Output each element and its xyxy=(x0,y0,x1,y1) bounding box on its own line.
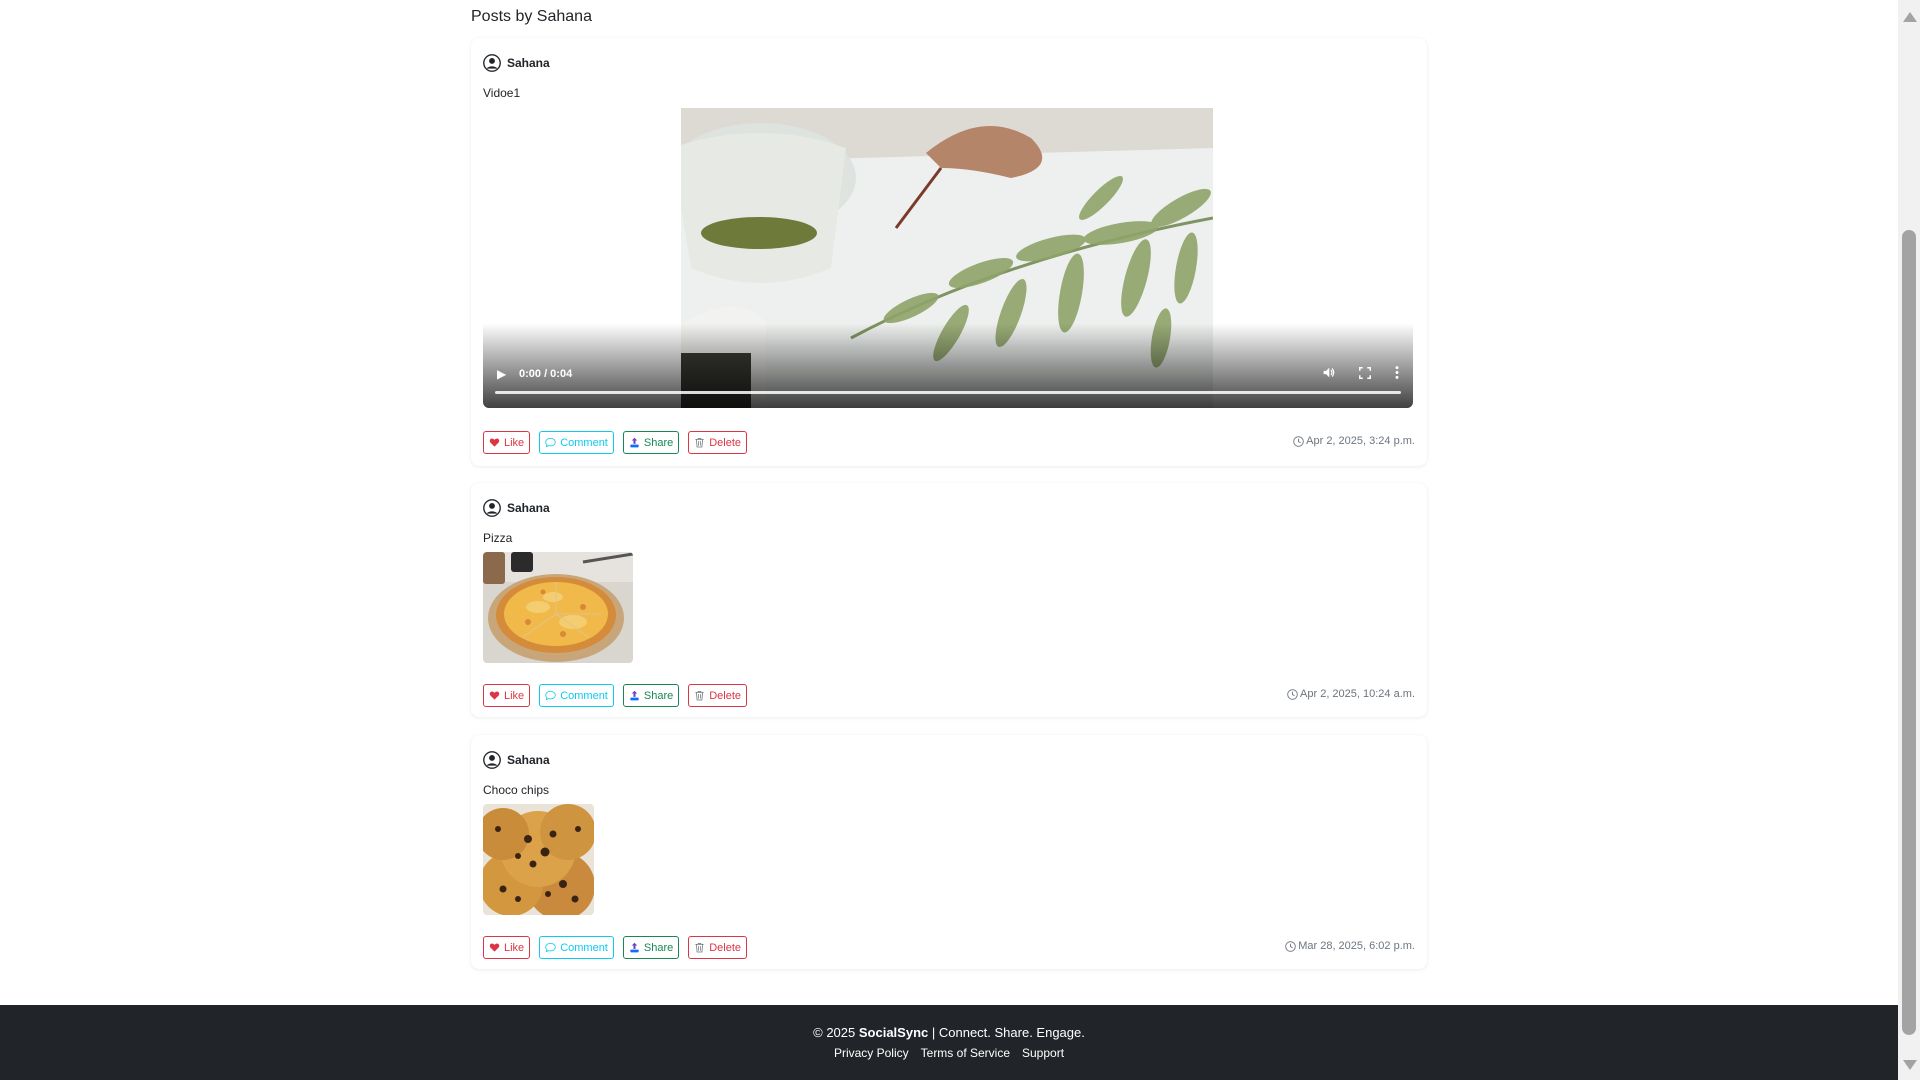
timestamp-text: Apr 2, 2025, 10:24 a.m. xyxy=(1300,688,1415,700)
like-button[interactable]: Like xyxy=(483,936,531,959)
video-time: 0:00 / 0:04 xyxy=(519,368,573,380)
page-title: Posts by Sahana xyxy=(471,8,592,25)
comment-icon xyxy=(545,942,556,953)
share-icon xyxy=(630,437,639,448)
footer-tagline: | Connect. Share. Engage. xyxy=(931,1025,1085,1040)
video-controls: ▶ 0:00 / 0:04 xyxy=(483,323,1413,408)
comment-label: Comment xyxy=(560,689,608,702)
scroll-up-arrow-icon[interactable] xyxy=(1903,12,1917,22)
clock-icon xyxy=(1287,688,1298,700)
like-label: Like xyxy=(504,689,525,702)
like-label: Like xyxy=(504,436,525,449)
comment-label: Comment xyxy=(560,436,608,449)
share-button[interactable]: Share xyxy=(622,431,680,454)
site-footer: © 2025 SocialSync | Connect. Share. Enga… xyxy=(0,1005,1898,1080)
share-label: Share xyxy=(643,436,674,449)
like-button[interactable]: Like xyxy=(483,431,531,454)
scroll-down-arrow-icon[interactable] xyxy=(1903,1060,1917,1070)
delete-label: Delete xyxy=(709,436,742,449)
author-name[interactable]: Sahana xyxy=(507,753,550,767)
like-button[interactable]: Like xyxy=(483,684,531,707)
post-card: Sahana Choco chips Like Comment Share De… xyxy=(471,735,1427,969)
timestamp-text: Apr 2, 2025, 3:24 p.m. xyxy=(1306,435,1415,447)
post-card: Sahana Vidoe1 ▶ 0:00 / 0:04 Like Comment… xyxy=(471,38,1427,466)
copyright-text: © 2025 xyxy=(813,1025,856,1040)
user-circle-icon xyxy=(483,751,501,769)
author-name[interactable]: Sahana xyxy=(507,501,550,515)
vertical-scrollbar[interactable] xyxy=(1898,0,1920,1080)
author-name[interactable]: Sahana xyxy=(507,56,550,70)
share-button[interactable]: Share xyxy=(622,936,680,959)
heart-icon xyxy=(489,691,500,700)
heart-icon xyxy=(489,943,500,952)
comment-label: Comment xyxy=(560,941,608,954)
privacy-policy-link[interactable]: Privacy Policy xyxy=(834,1046,909,1060)
trash-icon xyxy=(695,690,704,701)
clock-icon xyxy=(1293,435,1304,447)
delete-button[interactable]: Delete xyxy=(688,684,748,707)
more-options-icon[interactable] xyxy=(1395,366,1399,379)
clock-icon xyxy=(1285,940,1296,952)
footer-copyright: © 2025 SocialSync | Connect. Share. Enga… xyxy=(0,1025,1898,1040)
like-label: Like xyxy=(504,941,525,954)
scrollbar-thumb[interactable] xyxy=(1902,230,1916,1035)
comment-icon xyxy=(545,690,556,701)
share-button[interactable]: Share xyxy=(622,684,680,707)
delete-button[interactable]: Delete xyxy=(688,431,748,454)
heart-icon xyxy=(489,438,500,447)
volume-icon[interactable] xyxy=(1322,366,1335,379)
post-card: Sahana Pizza Like Comment Share Delete A… xyxy=(471,483,1427,717)
post-timestamp: Mar 28, 2025, 6:02 p.m. xyxy=(1285,940,1415,952)
post-caption: Pizza xyxy=(483,531,513,545)
post-caption: Vidoe1 xyxy=(483,86,521,100)
comment-button[interactable]: Comment xyxy=(539,431,614,454)
pizza-image[interactable] xyxy=(483,552,633,663)
delete-label: Delete xyxy=(709,941,742,954)
terms-of-service-link[interactable]: Terms of Service xyxy=(921,1046,1010,1060)
pizza-photo xyxy=(483,552,633,663)
share-icon xyxy=(630,942,639,953)
trash-icon xyxy=(695,437,704,448)
timestamp-text: Mar 28, 2025, 6:02 p.m. xyxy=(1298,940,1415,952)
comment-button[interactable]: Comment xyxy=(539,936,614,959)
user-circle-icon xyxy=(483,54,501,72)
footer-links: Privacy Policy Terms of Service Support xyxy=(0,1046,1898,1060)
post-author: Sahana xyxy=(483,499,550,517)
comment-icon xyxy=(545,437,556,448)
page: Posts by Sahana Sahana Vidoe1 ▶ 0:00 / 0… xyxy=(0,0,1898,1080)
trash-icon xyxy=(695,942,704,953)
delete-button[interactable]: Delete xyxy=(688,936,748,959)
cookies-photo xyxy=(483,804,594,915)
post-author: Sahana xyxy=(483,751,550,769)
post-author: Sahana xyxy=(483,54,550,72)
video-progress-bar[interactable] xyxy=(495,391,1401,394)
footer-brand: SocialSync xyxy=(858,1025,929,1040)
post-actions: Like Comment Share Delete xyxy=(483,684,748,707)
post-actions: Like Comment Share Delete xyxy=(483,431,748,454)
support-link[interactable]: Support xyxy=(1022,1046,1064,1060)
comment-button[interactable]: Comment xyxy=(539,684,614,707)
post-caption: Choco chips xyxy=(483,783,550,797)
share-icon xyxy=(630,690,639,701)
cookies-image[interactable] xyxy=(483,804,594,915)
play-icon[interactable]: ▶ xyxy=(497,367,506,381)
user-circle-icon xyxy=(483,499,501,517)
post-timestamp: Apr 2, 2025, 10:24 a.m. xyxy=(1287,688,1415,700)
share-label: Share xyxy=(643,941,674,954)
post-timestamp: Apr 2, 2025, 3:24 p.m. xyxy=(1293,435,1415,447)
share-label: Share xyxy=(643,689,674,702)
fullscreen-icon[interactable] xyxy=(1359,367,1371,379)
delete-label: Delete xyxy=(709,689,742,702)
video-player[interactable]: ▶ 0:00 / 0:04 xyxy=(483,108,1413,408)
post-actions: Like Comment Share Delete xyxy=(483,936,748,959)
